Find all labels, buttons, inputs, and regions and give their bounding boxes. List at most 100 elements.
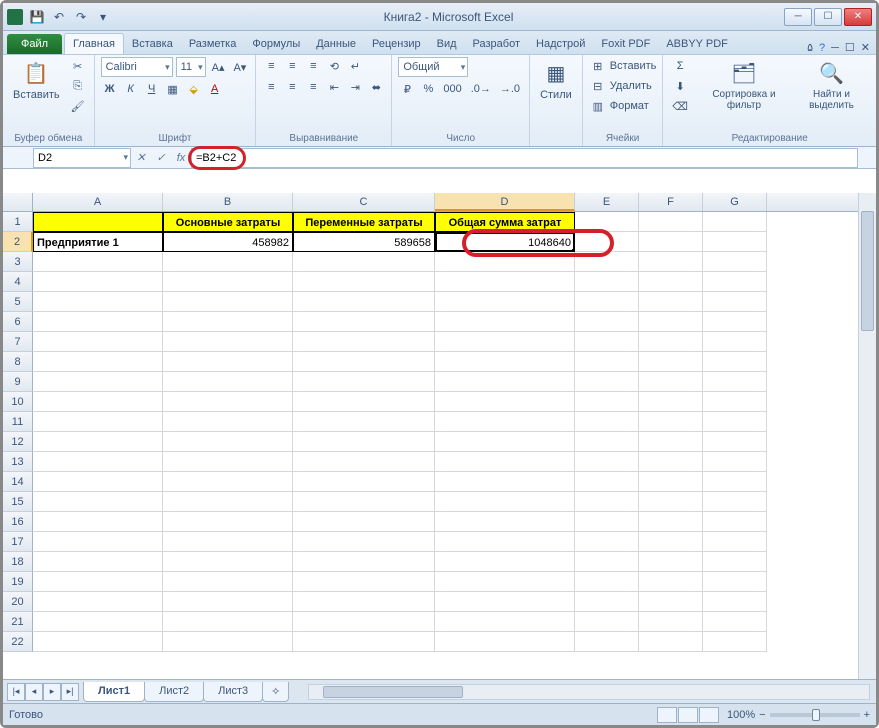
cell[interactable] <box>163 332 293 352</box>
cell[interactable] <box>33 572 163 592</box>
cell[interactable] <box>293 372 435 392</box>
cell[interactable] <box>575 632 639 652</box>
maximize-button[interactable]: ☐ <box>814 8 842 26</box>
cell[interactable] <box>163 252 293 272</box>
close-button[interactable]: ✕ <box>844 8 872 26</box>
row-3[interactable]: 3 <box>3 252 33 272</box>
cell[interactable] <box>33 352 163 372</box>
delete-cells-button[interactable]: ⊟ <box>589 77 607 95</box>
zoom-slider[interactable] <box>770 713 860 717</box>
tab-review[interactable]: Рецензир <box>364 34 429 54</box>
cell[interactable] <box>703 492 767 512</box>
cell[interactable]: Основные затраты <box>163 212 293 232</box>
cell[interactable] <box>639 452 703 472</box>
cancel-formula-icon[interactable]: ✕ <box>131 148 151 168</box>
font-color-button[interactable]: A <box>206 80 224 98</box>
copy-button[interactable]: ⎘ <box>68 77 88 95</box>
cell[interactable] <box>33 592 163 612</box>
wrap-text-button[interactable]: ↵ <box>346 57 364 75</box>
cell[interactable] <box>293 472 435 492</box>
cell[interactable] <box>703 532 767 552</box>
cell[interactable] <box>435 312 575 332</box>
cell[interactable] <box>703 572 767 592</box>
cell[interactable] <box>703 472 767 492</box>
cell[interactable] <box>435 392 575 412</box>
cell[interactable] <box>435 332 575 352</box>
cell[interactable] <box>293 292 435 312</box>
cell[interactable] <box>435 372 575 392</box>
cell[interactable] <box>163 352 293 372</box>
save-button[interactable]: 💾 <box>27 7 47 27</box>
vertical-scrollbar[interactable] <box>858 193 876 679</box>
percent-button[interactable]: % <box>419 80 437 98</box>
cell[interactable] <box>293 412 435 432</box>
align-right-button[interactable]: ≡ <box>304 78 322 96</box>
tab-insert[interactable]: Вставка <box>124 34 181 54</box>
cell[interactable] <box>163 272 293 292</box>
row-17[interactable]: 17 <box>3 532 33 552</box>
cell[interactable]: Предприятие 1 <box>33 232 163 252</box>
row-2[interactable]: 2 <box>3 232 33 252</box>
tab-first-button[interactable]: |◂ <box>7 683 25 701</box>
cell[interactable] <box>703 212 767 232</box>
cell[interactable] <box>639 312 703 332</box>
cell[interactable] <box>575 412 639 432</box>
cell[interactable] <box>163 512 293 532</box>
font-name-combo[interactable]: Calibri <box>101 57 173 77</box>
cell[interactable] <box>639 272 703 292</box>
cell[interactable] <box>639 372 703 392</box>
cell[interactable] <box>703 292 767 312</box>
cell[interactable] <box>639 512 703 532</box>
cell[interactable]: 589658 <box>293 232 435 252</box>
cell[interactable] <box>703 232 767 252</box>
cell[interactable] <box>639 332 703 352</box>
tab-last-button[interactable]: ▸| <box>61 683 79 701</box>
cell[interactable] <box>293 512 435 532</box>
cell[interactable] <box>293 612 435 632</box>
styles-button[interactable]: ▦ Стили <box>536 57 576 103</box>
fill-color-button[interactable]: ⬙ <box>185 80 203 98</box>
border-button[interactable]: ▦ <box>164 80 182 98</box>
cell[interactable] <box>293 332 435 352</box>
cell[interactable] <box>293 632 435 652</box>
cell[interactable] <box>435 512 575 532</box>
cell[interactable] <box>435 552 575 572</box>
cell[interactable] <box>575 472 639 492</box>
cell[interactable] <box>163 632 293 652</box>
cell[interactable] <box>575 612 639 632</box>
tab-addins[interactable]: Надстрой <box>528 34 593 54</box>
col-A[interactable]: A <box>33 193 163 211</box>
cell[interactable] <box>575 332 639 352</box>
increase-indent-button[interactable]: ⇥ <box>346 78 364 96</box>
cell[interactable] <box>575 272 639 292</box>
row-5[interactable]: 5 <box>3 292 33 312</box>
cell[interactable] <box>639 232 703 252</box>
ribbon-minimize-icon[interactable]: ۵ <box>807 41 813 54</box>
cell[interactable] <box>293 572 435 592</box>
cell[interactable] <box>293 352 435 372</box>
row-7[interactable]: 7 <box>3 332 33 352</box>
cell[interactable] <box>703 252 767 272</box>
cell[interactable] <box>33 212 163 232</box>
zoom-thumb[interactable] <box>812 709 820 721</box>
cell[interactable] <box>293 592 435 612</box>
cell[interactable] <box>639 352 703 372</box>
comma-button[interactable]: 000 <box>440 80 464 98</box>
cell[interactable]: 458982 <box>163 232 293 252</box>
cell[interactable] <box>33 632 163 652</box>
cell[interactable] <box>639 552 703 572</box>
row-12[interactable]: 12 <box>3 432 33 452</box>
row-8[interactable]: 8 <box>3 352 33 372</box>
cell[interactable] <box>703 432 767 452</box>
currency-button[interactable]: ₽ <box>398 80 416 98</box>
cell[interactable] <box>639 632 703 652</box>
tab-next-button[interactable]: ▸ <box>43 683 61 701</box>
cell[interactable] <box>293 552 435 572</box>
align-middle-button[interactable]: ≡ <box>283 57 301 75</box>
cell[interactable] <box>163 452 293 472</box>
cell[interactable] <box>163 492 293 512</box>
scroll-thumb[interactable] <box>323 686 463 698</box>
cell[interactable] <box>33 412 163 432</box>
font-size-combo[interactable]: 11 <box>176 57 206 77</box>
cell[interactable] <box>33 392 163 412</box>
